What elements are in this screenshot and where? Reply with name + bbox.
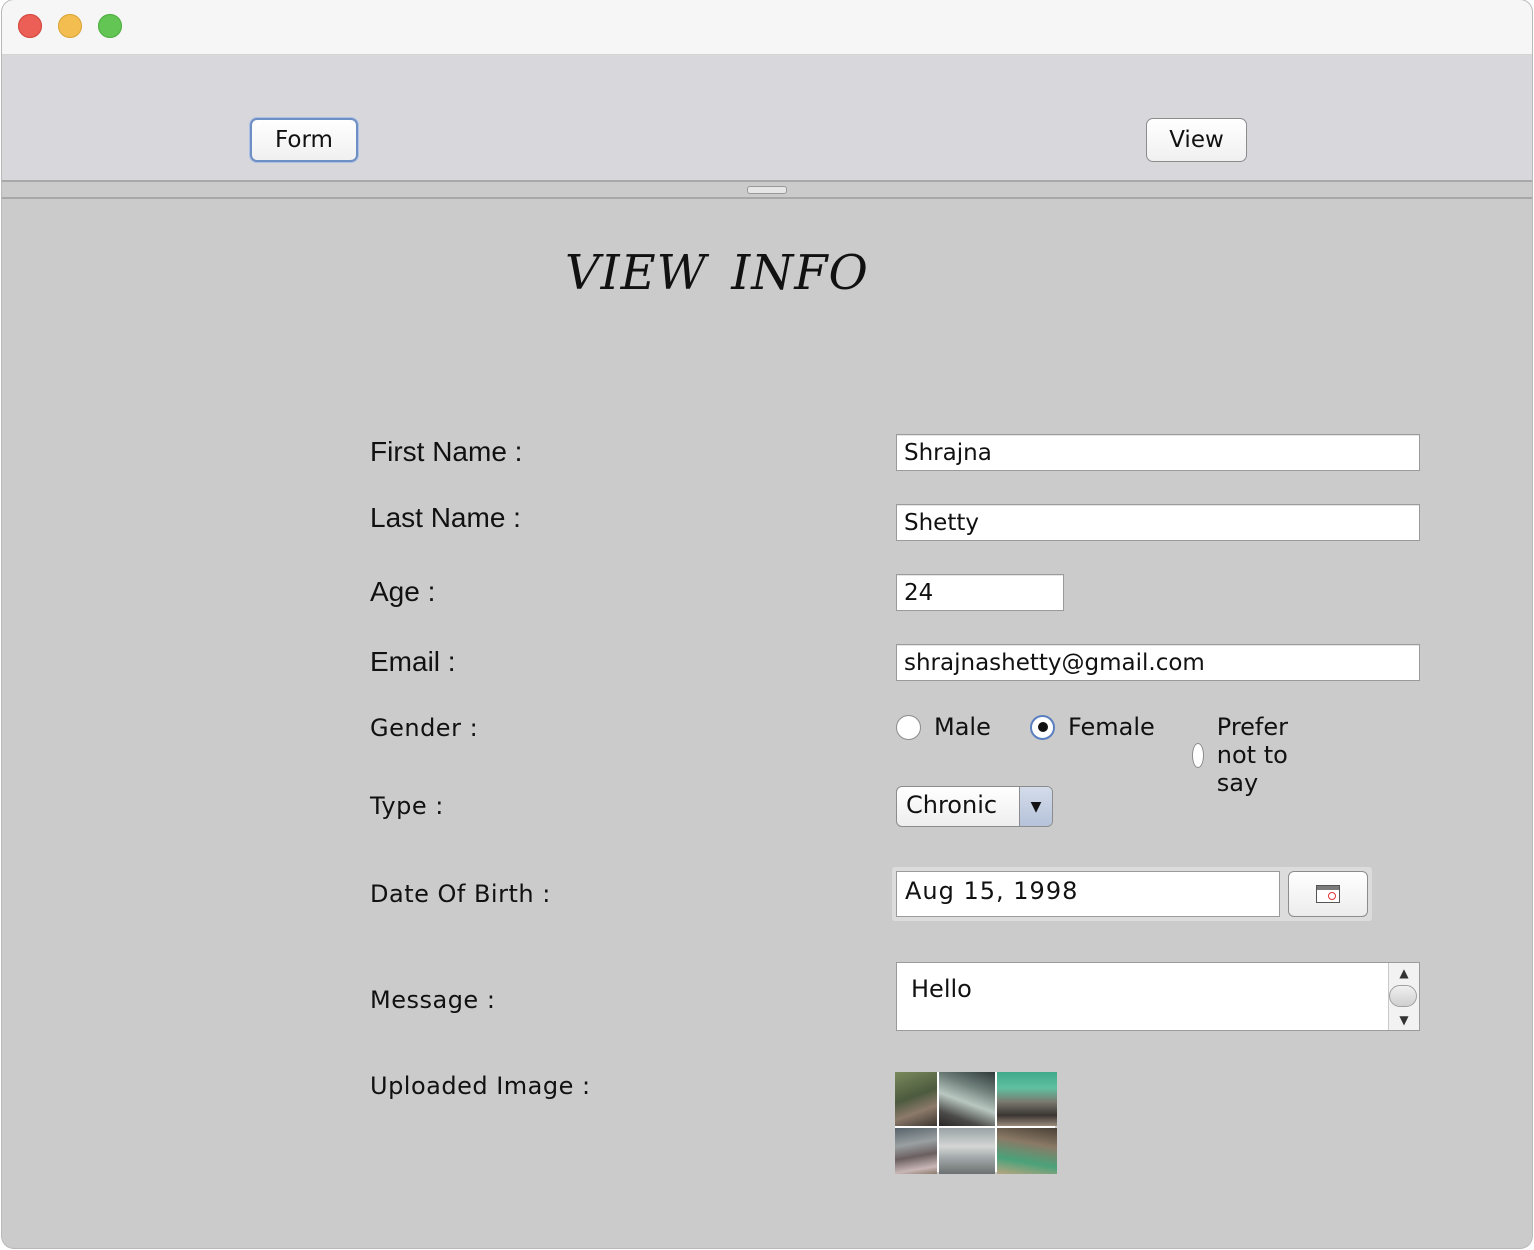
date-of-birth-label: Date Of Birth :: [370, 880, 551, 908]
first-name-field[interactable]: Shrajna: [896, 434, 1420, 471]
image-tile: [939, 1072, 995, 1126]
image-tile: [939, 1128, 995, 1174]
image-tile: [895, 1072, 937, 1126]
calendar-button[interactable]: [1288, 871, 1368, 917]
message-textarea[interactable]: Hello ▲ ▼: [896, 962, 1420, 1031]
scroll-up-arrow-icon[interactable]: ▲: [1389, 965, 1419, 981]
divider-grip-icon[interactable]: [747, 186, 787, 194]
scroll-down-arrow-icon[interactable]: ▼: [1389, 1012, 1419, 1028]
zoom-window-button[interactable]: [98, 14, 122, 38]
app-window: Form View VIEW INFO First Name : Last Na…: [2, 0, 1532, 1248]
age-field[interactable]: 24: [896, 574, 1064, 611]
image-tile: [997, 1128, 1057, 1174]
gender-option-label: Female: [1068, 713, 1155, 741]
view-button[interactable]: View: [1146, 118, 1247, 162]
gender-radio-prefer-not-to-say[interactable]: Prefer not to say: [1192, 713, 1301, 797]
gender-label: Gender :: [370, 714, 479, 742]
gender-radio-male[interactable]: Male: [896, 713, 991, 741]
email-field[interactable]: shrajnashetty@gmail.com: [896, 644, 1420, 681]
uploaded-image-thumbnail: [895, 1072, 1057, 1174]
message-text: Hello: [911, 975, 972, 1003]
top-toolbar: Form View: [2, 55, 1532, 180]
email-label: Email :: [370, 646, 456, 677]
radio-circle-icon[interactable]: [896, 714, 921, 740]
chevron-down-icon[interactable]: ▼: [1019, 787, 1052, 826]
image-tile: [997, 1072, 1057, 1126]
uploaded-image-label: Uploaded Image :: [370, 1072, 591, 1100]
date-of-birth-field[interactable]: Aug 15, 1998: [896, 871, 1280, 917]
gender-option-label: Male: [934, 713, 991, 741]
message-label: Message :: [370, 986, 496, 1014]
close-window-button[interactable]: [18, 14, 42, 38]
date-picker: Aug 15, 1998: [892, 867, 1372, 921]
scrollbar-thumb[interactable]: [1389, 985, 1417, 1007]
message-scrollbar[interactable]: ▲ ▼: [1388, 963, 1419, 1030]
gender-radio-female[interactable]: Female: [1030, 713, 1155, 741]
first-name-label: First Name :: [370, 436, 523, 467]
type-selected-value: Chronic: [906, 791, 998, 819]
radio-selected-icon[interactable]: [1030, 714, 1055, 740]
type-dropdown[interactable]: Chronic ▼: [896, 786, 1053, 827]
split-pane-divider[interactable]: [2, 180, 1532, 199]
form-button[interactable]: Form: [250, 118, 358, 162]
age-label: Age :: [370, 576, 436, 607]
radio-circle-icon[interactable]: [1192, 742, 1204, 768]
last-name-field[interactable]: Shetty: [896, 504, 1420, 541]
last-name-label: Last Name :: [370, 502, 521, 533]
gender-option-label: Prefer not to say: [1216, 713, 1289, 797]
page-title: VIEW INFO: [565, 245, 869, 301]
minimize-window-button[interactable]: [58, 14, 82, 38]
type-label: Type :: [370, 792, 444, 820]
calendar-icon: [1316, 885, 1340, 903]
title-bar: [2, 0, 1532, 55]
image-tile: [895, 1128, 937, 1174]
